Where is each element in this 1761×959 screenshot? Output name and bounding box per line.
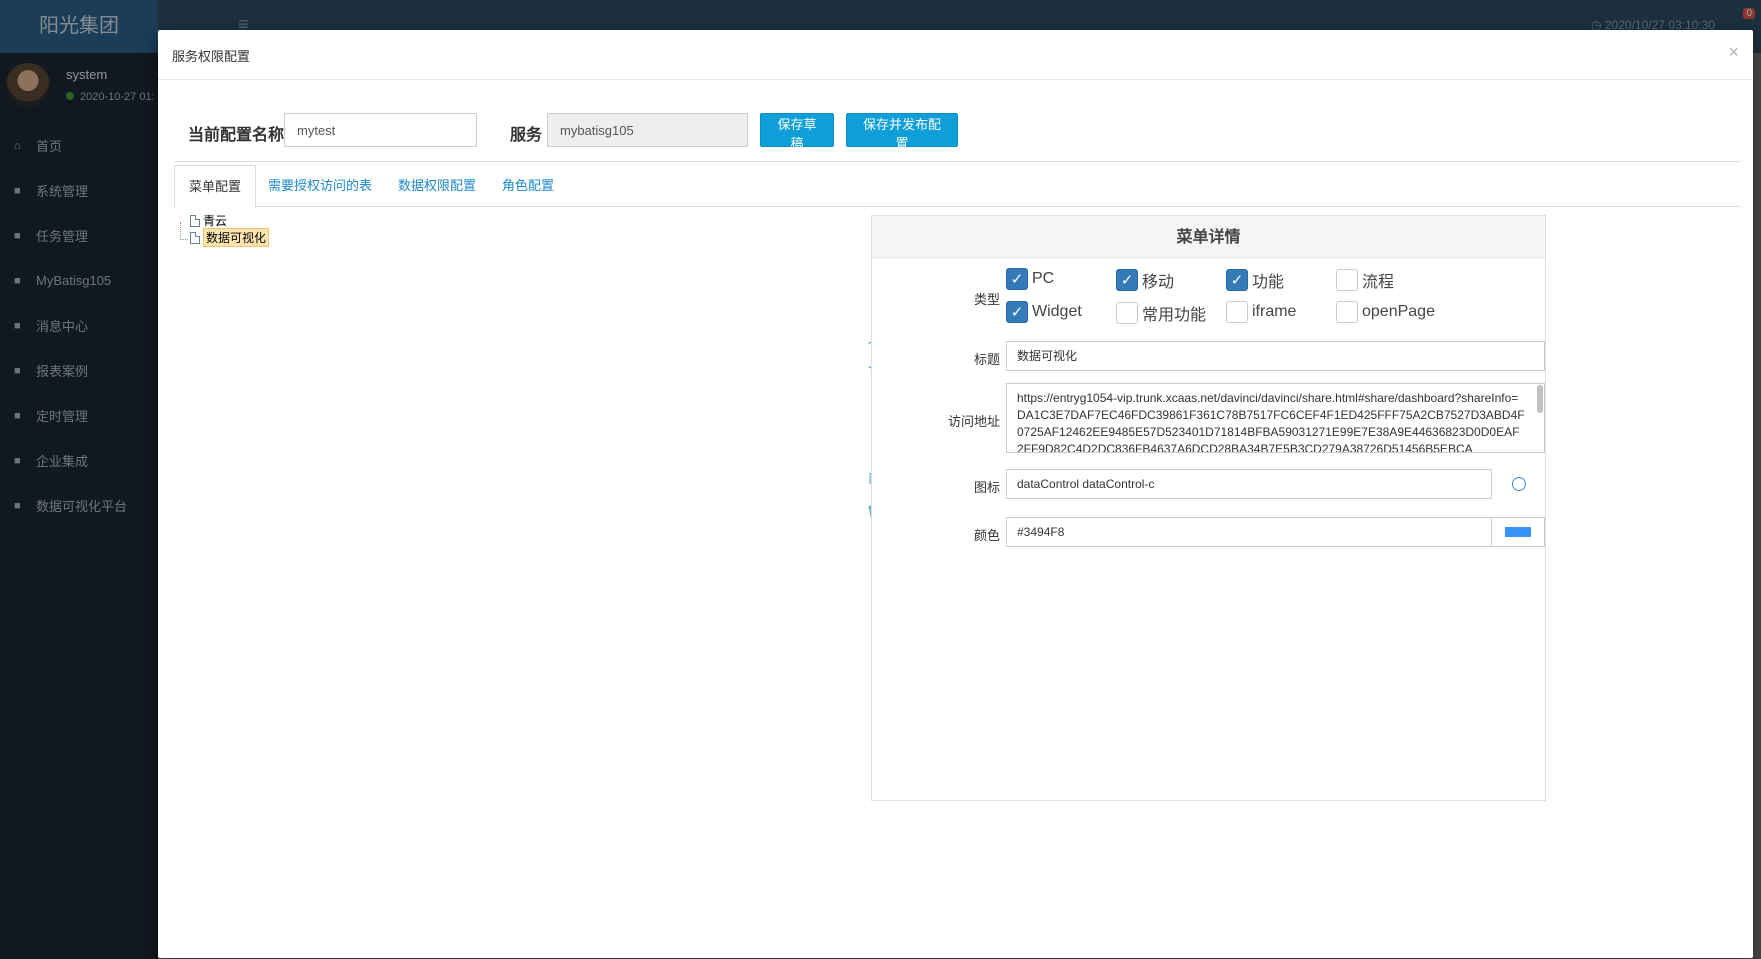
tree-node-label: 青云: [203, 214, 228, 228]
menu-tree: 青云 数据可视化: [180, 212, 270, 247]
color-swatch: [1505, 527, 1531, 537]
modal-header: 服务权限配置 ×: [158, 30, 1753, 80]
tab-data-permissions[interactable]: 数据权限配置: [384, 165, 490, 207]
modal-title: 服务权限配置: [172, 49, 251, 64]
checkmark-icon: ✓: [1226, 269, 1248, 291]
divider: [174, 161, 1741, 162]
config-name-input[interactable]: [284, 113, 477, 147]
checkbox-empty: [1116, 302, 1138, 324]
color-input[interactable]: #3494F8: [1006, 517, 1492, 547]
checkbox-label: 移动: [1142, 274, 1175, 291]
close-icon[interactable]: ×: [1728, 42, 1739, 63]
color-picker-button[interactable]: [1492, 517, 1545, 547]
tab-auth-tables[interactable]: 需要授权访问的表: [254, 165, 386, 207]
checkbox-mobile[interactable]: ✓ 移动: [1116, 268, 1174, 292]
checkbox-empty: [1226, 301, 1248, 323]
checkbox-label: Widget: [1032, 303, 1082, 320]
checkmark-icon: ✓: [1006, 301, 1028, 323]
checkbox-iframe[interactable]: iframe: [1226, 301, 1296, 323]
checkbox-openpage[interactable]: openPage: [1336, 301, 1435, 323]
save-draft-button[interactable]: 保存草稿: [760, 113, 834, 151]
checkbox-widget[interactable]: ✓ Widget: [1006, 301, 1082, 323]
service-label: 服务: [510, 127, 543, 144]
color-label: 颜色: [973, 528, 1000, 543]
tab-menu-config[interactable]: 菜单配置: [174, 165, 257, 208]
document-icon: [190, 214, 200, 227]
checkmark-icon: ✓: [1116, 269, 1138, 291]
checkmark-icon: ✓: [1006, 268, 1028, 290]
url-text: https://entryg1054-vip.trunk.xcaas.net/d…: [1017, 391, 1525, 453]
checkbox-process[interactable]: 流程: [1336, 268, 1394, 292]
icon-input[interactable]: dataControl dataControl-c: [1006, 469, 1492, 499]
title-label: 标题: [973, 352, 1000, 367]
panel-title: 菜单详情: [872, 216, 1545, 258]
checkbox-pc[interactable]: ✓ PC: [1006, 268, 1054, 290]
title-input[interactable]: 数据可视化: [1006, 341, 1545, 371]
checkbox-empty: [1336, 301, 1358, 323]
url-label: 访问地址: [947, 414, 1000, 429]
tree-node[interactable]: 青云: [180, 212, 269, 229]
checkbox-label: openPage: [1362, 303, 1435, 320]
scrollbar[interactable]: [1537, 385, 1543, 413]
tab-bar: 菜单配置 需要授权访问的表 数据权限配置 角色配置: [174, 165, 1741, 208]
checkbox-label: 流程: [1362, 274, 1395, 291]
checkbox-label: 常用功能: [1142, 307, 1207, 324]
checkbox-label: 功能: [1252, 274, 1285, 291]
tab-role-config[interactable]: 角色配置: [488, 165, 568, 207]
circle-icon: [1511, 477, 1526, 491]
tree-node-selected[interactable]: 数据可视化: [180, 228, 270, 247]
checkbox-label: PC: [1032, 270, 1055, 287]
checkbox-common[interactable]: 常用功能: [1116, 301, 1206, 325]
config-row: 当前配置名称 服务 保存草稿 保存并发布配置: [158, 113, 1753, 151]
url-textarea[interactable]: https://entryg1054-vip.trunk.xcaas.net/d…: [1006, 383, 1545, 453]
type-label: 类型: [973, 292, 1000, 307]
menu-detail-panel: 菜单详情 类型 ✓ PC ✓ 移动 ✓ 功能 流程 ✓ Widget 常用功能 ifra…: [871, 215, 1546, 801]
checkbox-function[interactable]: ✓ 功能: [1226, 268, 1284, 292]
service-input[interactable]: [547, 113, 748, 147]
document-icon: [190, 231, 200, 244]
icon-preview[interactable]: [1492, 469, 1545, 499]
save-publish-button[interactable]: 保存并发布配置: [846, 113, 958, 151]
tree-node-label: 数据可视化: [203, 228, 270, 247]
icon-label: 图标: [973, 480, 1000, 495]
checkbox-empty: [1336, 269, 1358, 291]
config-name-label: 当前配置名称: [188, 127, 285, 144]
service-permission-modal: 服务权限配置 × 当前配置名称 服务 保存草稿 保存并发布配置 菜单配置 需要授…: [158, 30, 1753, 958]
checkbox-label: iframe: [1252, 303, 1297, 320]
